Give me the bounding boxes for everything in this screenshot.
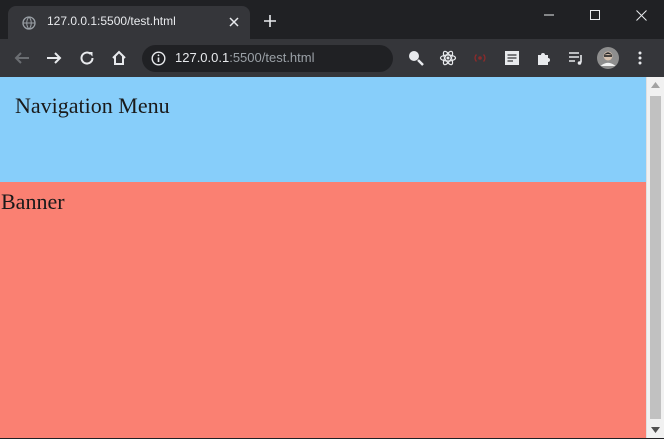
forward-icon[interactable]: [43, 47, 65, 69]
page-viewport: Navigation Menu Banner: [0, 77, 664, 439]
globe-favicon-icon: [22, 16, 36, 30]
tab-strip: 127.0.0.1:5500/test.html: [0, 0, 664, 39]
reading-list-icon[interactable]: [565, 47, 587, 69]
notes-extension-icon[interactable]: [501, 47, 523, 69]
new-tab-plus-icon[interactable]: [262, 13, 278, 29]
tab-close-icon[interactable]: [226, 14, 242, 30]
tab-title: 127.0.0.1:5500/test.html: [47, 14, 176, 28]
banner: Banner: [0, 182, 646, 439]
navigation-menu: Navigation Menu: [0, 77, 646, 182]
back-icon[interactable]: [11, 47, 33, 69]
url-path: :5500/test.html: [229, 50, 315, 65]
window-maximize-button[interactable]: [572, 0, 618, 30]
site-info-icon[interactable]: [151, 51, 166, 66]
home-icon[interactable]: [108, 47, 130, 69]
address-url[interactable]: 127.0.0.1:5500/test.html: [175, 50, 315, 65]
vertical-scrollbar[interactable]: [646, 77, 664, 439]
reload-icon[interactable]: [76, 47, 98, 69]
window-close-button[interactable]: [618, 0, 664, 30]
url-host: 127.0.0.1: [175, 50, 230, 65]
window-minimize-button[interactable]: [526, 0, 572, 30]
menu-kebab-icon[interactable]: [629, 47, 651, 69]
profile-avatar[interactable]: [597, 47, 619, 69]
broadcast-extension-icon[interactable]: [469, 47, 491, 69]
browser-tab[interactable]: 127.0.0.1:5500/test.html: [8, 6, 250, 39]
react-devtools-icon[interactable]: [437, 47, 459, 69]
scroll-down-arrow-icon[interactable]: [651, 427, 660, 433]
search-extension-icon[interactable]: [405, 47, 427, 69]
scrollbar-thumb[interactable]: [650, 96, 661, 419]
banner-text: Banner: [1, 189, 65, 214]
scroll-up-arrow-icon[interactable]: [651, 82, 660, 88]
extensions-puzzle-icon[interactable]: [533, 47, 555, 69]
navigation-menu-text: Navigation Menu: [15, 93, 170, 118]
